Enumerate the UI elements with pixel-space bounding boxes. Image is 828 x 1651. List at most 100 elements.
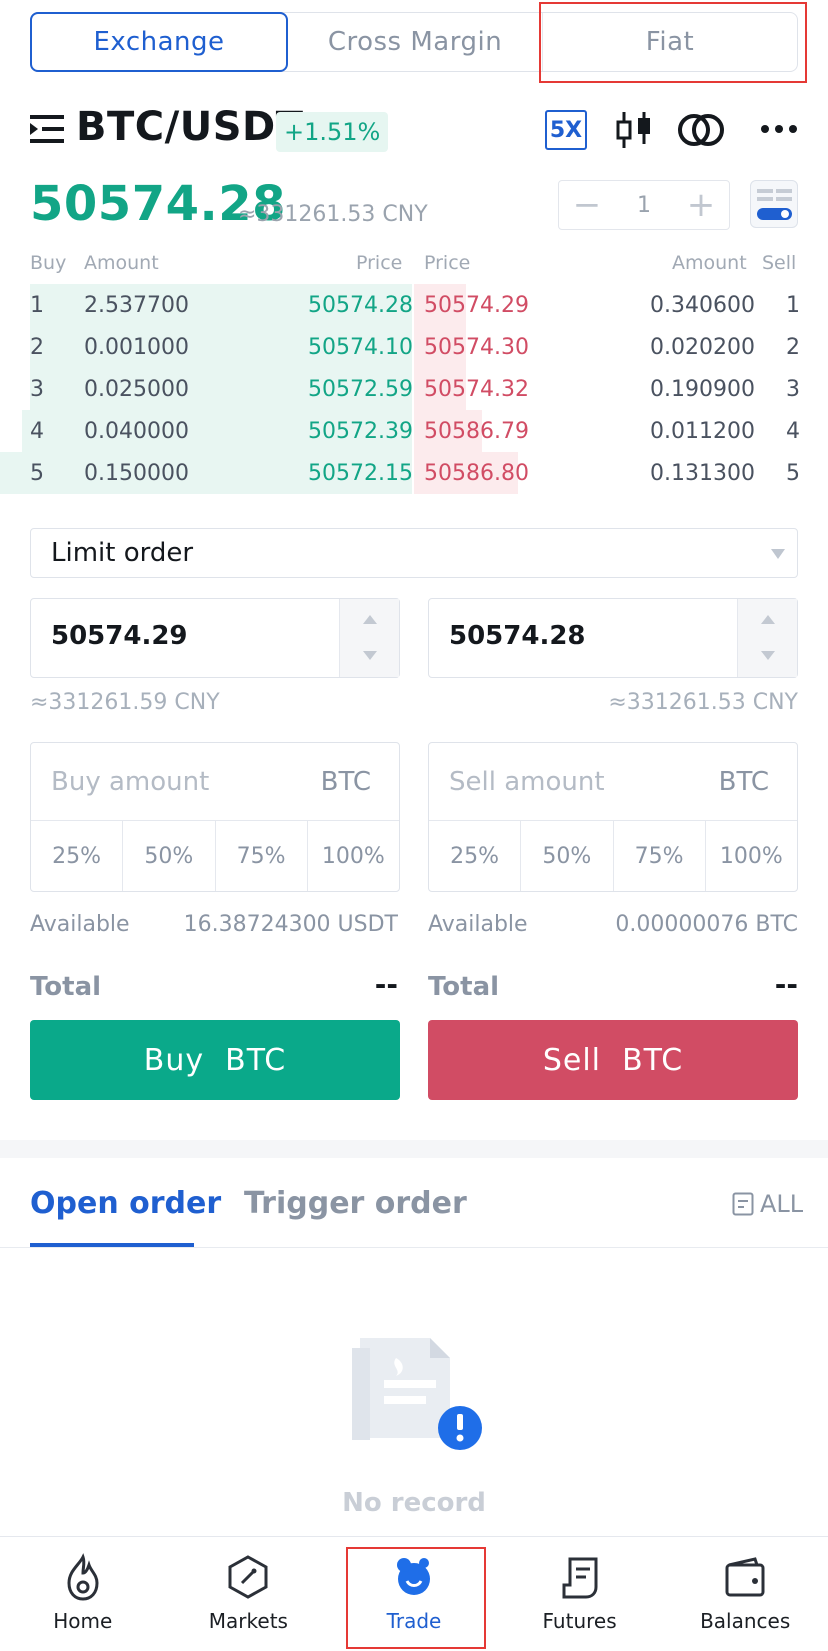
more-icon[interactable] xyxy=(760,124,798,134)
sell-total-label: Total xyxy=(428,972,500,1002)
buy-price: 50572.59 xyxy=(308,377,413,402)
section-divider xyxy=(0,1140,828,1158)
trading-pair[interactable]: BTC/USDT xyxy=(76,104,304,150)
sell-level: 2 xyxy=(786,335,800,360)
orderbook-row[interactable]: 2 0.001000 50574.10 50574.30 0.020200 2 xyxy=(0,326,828,368)
sell-price-spinner[interactable] xyxy=(737,599,797,677)
buy-price-input[interactable]: 50574.29 xyxy=(30,598,400,678)
sell-amount-placeholder: Sell amount xyxy=(449,767,605,797)
nav-home-label: Home xyxy=(53,1609,113,1633)
sell-amount-box: Sell amount BTC 25% 50% 75% 100% xyxy=(428,742,798,892)
buy-level: 1 xyxy=(30,293,44,318)
order-type-value: Limit order xyxy=(51,538,194,568)
fiat-tab-highlight xyxy=(539,2,807,83)
candlestick-icon[interactable] xyxy=(616,110,652,150)
last-price-cny: ≈331261.53 CNY xyxy=(238,202,428,227)
buy-amount: 0.001000 xyxy=(84,335,189,360)
sell-price-value: 50574.28 xyxy=(449,621,586,651)
sell-amount: 0.131300 xyxy=(650,461,755,486)
order-type-select[interactable]: Limit order xyxy=(30,528,798,578)
sell-pct-25[interactable]: 25% xyxy=(429,821,520,891)
buy-price-spinner[interactable] xyxy=(339,599,399,677)
decrement-icon[interactable] xyxy=(363,651,377,660)
buy-pct-100[interactable]: 100% xyxy=(306,821,399,891)
orderbook-row[interactable]: 3 0.025000 50572.59 50574.32 0.190900 3 xyxy=(0,368,828,410)
buy-available-value: 16.38724300 USDT xyxy=(183,912,398,937)
flame-icon xyxy=(67,1553,99,1601)
tab-exchange[interactable]: Exchange xyxy=(30,12,288,72)
buy-pct-25[interactable]: 25% xyxy=(31,821,122,891)
sell-price: 50586.80 xyxy=(424,461,529,486)
buy-amount-input[interactable]: Buy amount BTC xyxy=(31,743,399,821)
sell-level: 1 xyxy=(786,293,800,318)
orderbook-row[interactable]: 1 2.537700 50574.28 50574.29 0.340600 1 xyxy=(0,284,828,326)
document-icon xyxy=(562,1557,598,1599)
buy-total-label: Total xyxy=(30,972,102,1002)
price-change-badge: +1.51% xyxy=(276,112,389,152)
nav-futures-label: Futures xyxy=(542,1609,617,1633)
buy-amount: 0.150000 xyxy=(84,461,189,486)
increment-icon[interactable] xyxy=(363,615,377,624)
orderbook-row[interactable]: 4 0.040000 50572.39 50586.79 0.011200 4 xyxy=(0,410,828,452)
buy-pct-75[interactable]: 75% xyxy=(214,821,307,891)
buy-amount: 0.025000 xyxy=(84,377,189,402)
buy-price: 50572.39 xyxy=(308,419,413,444)
buy-amount-placeholder: Buy amount xyxy=(51,767,210,797)
sell-price-input[interactable]: 50574.28 xyxy=(428,598,798,678)
increase-button[interactable]: + xyxy=(673,181,729,229)
increment-icon[interactable] xyxy=(761,615,775,624)
sell-total-value: -- xyxy=(774,968,798,1001)
buy-available-label: Available xyxy=(30,912,130,937)
sell-level: 5 xyxy=(786,461,800,486)
sell-amount: 0.190900 xyxy=(650,377,755,402)
buy-price-cny: ≈331261.59 CNY xyxy=(30,690,220,715)
layout-toggle-icon[interactable] xyxy=(750,180,798,228)
sell-amount: 0.020200 xyxy=(650,335,755,360)
nav-markets[interactable]: Markets xyxy=(166,1537,332,1651)
all-orders-link[interactable]: ALL xyxy=(732,1190,803,1218)
buy-amount: 2.537700 xyxy=(84,293,189,318)
sell-amount: 0.340600 xyxy=(650,293,755,318)
nav-markets-label: Markets xyxy=(208,1609,288,1633)
buy-button[interactable]: Buy BTC xyxy=(30,1020,400,1100)
decrease-button[interactable]: − xyxy=(559,181,615,229)
buy-level: 2 xyxy=(30,335,44,360)
tab-open-order[interactable]: Open order xyxy=(30,1186,221,1221)
tab-trigger-order[interactable]: Trigger order xyxy=(244,1186,467,1221)
sell-price: 50574.29 xyxy=(424,293,529,318)
tab-cross-margin[interactable]: Cross Margin xyxy=(288,13,542,71)
buy-level: 4 xyxy=(30,419,44,444)
leverage-badge[interactable]: 5X xyxy=(545,110,587,150)
empty-state-text: No record xyxy=(342,1488,486,1518)
buy-amount: 0.040000 xyxy=(84,419,189,444)
sell-pct-50[interactable]: 50% xyxy=(520,821,612,891)
buy-total-value: -- xyxy=(374,968,398,1001)
orderbook-row[interactable]: 5 0.150000 50572.15 50586.80 0.131300 5 xyxy=(0,452,828,494)
buy-level: 5 xyxy=(30,461,44,486)
sell-pct-75[interactable]: 75% xyxy=(612,821,705,891)
buy-amount-unit: BTC xyxy=(320,767,371,797)
buy-price-value: 50574.29 xyxy=(51,621,188,651)
ratio-icon[interactable] xyxy=(678,110,724,150)
sell-amount-input[interactable]: Sell amount BTC xyxy=(429,743,797,821)
sell-button[interactable]: Sell BTC xyxy=(428,1020,798,1100)
decrement-icon[interactable] xyxy=(761,651,775,660)
buy-price: 50574.28 xyxy=(308,293,413,318)
sell-available-value: 0.00000076 BTC xyxy=(615,912,798,937)
sell-level: 4 xyxy=(786,419,800,444)
depth-stepper: − 1 + xyxy=(558,180,730,230)
buy-pct-50[interactable]: 50% xyxy=(122,821,214,891)
list-icon xyxy=(732,1192,754,1216)
nav-home[interactable]: Home xyxy=(0,1537,166,1651)
nav-balances-label: Balances xyxy=(700,1609,791,1633)
all-orders-label: ALL xyxy=(760,1190,804,1218)
buy-price: 50574.10 xyxy=(308,335,413,360)
menu-icon[interactable] xyxy=(30,114,64,144)
sell-pct-100[interactable]: 100% xyxy=(704,821,797,891)
ob-header-sell: Sell xyxy=(762,252,797,274)
nav-futures[interactable]: Futures xyxy=(497,1537,663,1651)
nav-balances[interactable]: Balances xyxy=(662,1537,828,1651)
buy-amount-box: Buy amount BTC 25% 50% 75% 100% xyxy=(30,742,400,892)
orders-divider xyxy=(0,1247,828,1248)
ob-header-amount-left: Amount xyxy=(84,252,159,274)
